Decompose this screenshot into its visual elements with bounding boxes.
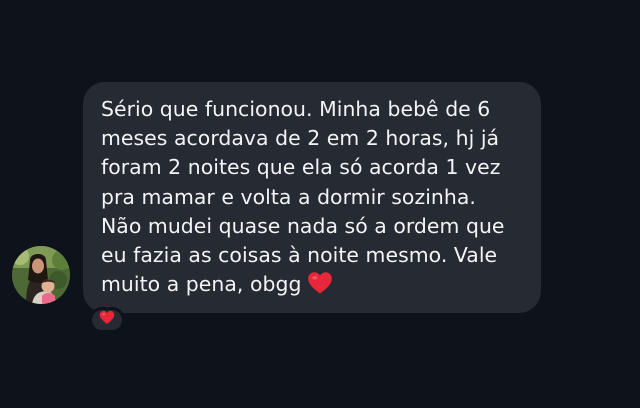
profile-photo-icon	[12, 246, 70, 304]
heart-reaction-badge[interactable]	[89, 307, 125, 333]
heart-emoji-icon	[307, 271, 333, 303]
message-text-line: Sério que funcionou. Minha bebê de 6	[101, 97, 491, 121]
heart-reaction-icon	[99, 310, 115, 330]
message-text-line: meses acordava de 2 em 2 horas, hj já	[101, 126, 500, 151]
chat-screen: Sério que funcionou. Minha bebê de 6 mes…	[0, 0, 640, 408]
message-text-line: pra mamar e volta a dormir sozinha.	[101, 184, 476, 209]
message-last-line: muito a pena, obgg	[101, 270, 523, 303]
message-text-line: Não mudei quase nada só a ordem que	[101, 213, 505, 238]
message-text-line: foram 2 noites que ela só acorda 1 vez	[101, 155, 501, 180]
message-text-line: eu fazia as coisas à noite mesmo. Vale	[101, 243, 498, 268]
message-bubble[interactable]: Sério que funcionou. Minha bebê de 6 mes…	[83, 82, 541, 313]
message-text-line: muito a pena, obgg	[101, 272, 302, 297]
sender-avatar[interactable]	[12, 246, 70, 304]
